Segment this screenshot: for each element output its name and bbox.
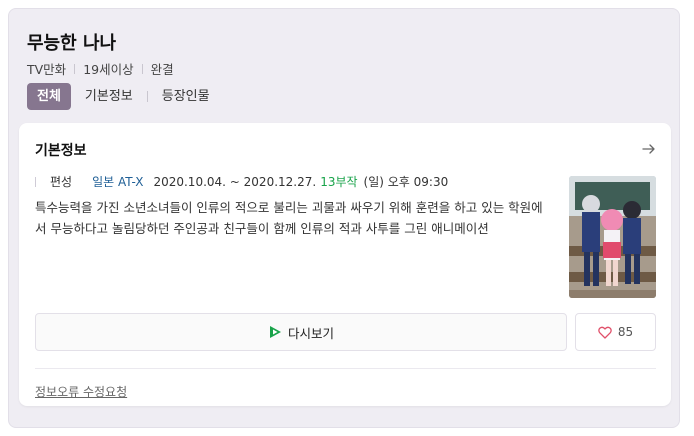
like-button[interactable]: 85: [575, 313, 656, 351]
broadcast-period: 2020.10.04. ~ 2020.12.27.: [153, 174, 317, 189]
info-label: 편성: [50, 175, 73, 189]
tab-bar: 전체 기본정보 등장인물: [27, 83, 210, 110]
meta-rating: 19세이상: [83, 62, 134, 77]
meta-divider: [74, 63, 76, 74]
rewatch-button[interactable]: 다시보기: [35, 313, 567, 351]
meta-status: 완결: [150, 62, 174, 77]
card-divider: [35, 368, 656, 369]
play-icon: [269, 326, 281, 338]
arrow-right-icon[interactable]: [641, 141, 657, 157]
program-meta: TV만화 19세이상 완결: [27, 59, 174, 78]
basic-info-card: 기본정보 편성 일본 AT-X 2020.10.04. ~ 2020.12.27…: [19, 123, 671, 406]
rewatch-label: 다시보기: [287, 325, 334, 341]
tab-all[interactable]: 전체: [27, 83, 71, 110]
tab-characters[interactable]: 등장인물: [148, 83, 210, 110]
meta-genre: TV만화: [27, 62, 67, 77]
heart-icon: [598, 326, 612, 339]
synopsis: 특수능력을 가진 소년소녀들이 인류의 적으로 불리는 괴물과 싸우기 위해 훈…: [35, 200, 543, 236]
broadcast-info: 편성 일본 AT-X 2020.10.04. ~ 2020.12.27. 13부…: [35, 173, 448, 190]
broadcaster-link[interactable]: 일본 AT-X: [92, 173, 143, 190]
meta-divider: [141, 63, 143, 74]
program-panel: 무능한 나나 TV만화 19세이상 완결 전체 기본정보 등장인물 기본정보 편…: [8, 8, 680, 428]
episode-count: 13부작: [320, 175, 358, 189]
page-title: 무능한 나나: [27, 33, 117, 54]
info-divider: [35, 176, 36, 187]
report-error-link[interactable]: 정보오류 수정요청: [35, 383, 127, 400]
poster-image[interactable]: [569, 176, 656, 298]
tab-basic-info[interactable]: 기본정보: [71, 83, 133, 110]
card-title: 기본정보: [35, 143, 87, 159]
like-count: 85: [617, 325, 634, 339]
poster-illustration: [569, 176, 656, 298]
broadcast-schedule: (일) 오후 09:30: [363, 175, 449, 189]
